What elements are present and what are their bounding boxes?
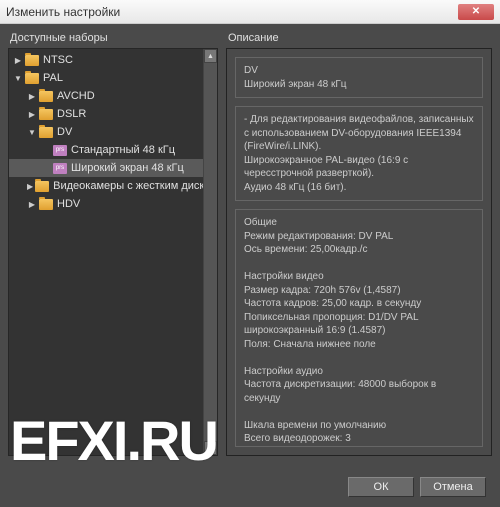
scroll-up-icon[interactable]: ▲ [204, 49, 217, 63]
dialog-content: Доступные наборы ▶ NTSC ▼ PAL ▶ AVCHD [0, 24, 500, 464]
tree-label: HDV [57, 198, 80, 210]
dialog-footer: ОК Отмена [348, 477, 486, 497]
chevron-right-icon: ▶ [27, 199, 37, 209]
tree-folder-dv[interactable]: ▼ DV [9, 123, 203, 141]
folder-icon [35, 181, 49, 192]
tree-folder-pal[interactable]: ▼ PAL [9, 69, 203, 87]
tree-label: Широкий экран 48 кГц [71, 162, 184, 174]
tree-scrollbar[interactable]: ▲ ▼ [203, 49, 217, 455]
chevron-right-icon: ▶ [27, 181, 33, 191]
tree-label: DV [57, 126, 72, 138]
folder-icon [39, 127, 53, 138]
spacer [41, 163, 51, 173]
spacer [41, 145, 51, 155]
chevron-down-icon: ▼ [13, 73, 23, 83]
folder-icon [39, 199, 53, 210]
presets-tree-wrap: ▶ NTSC ▼ PAL ▶ AVCHD ▶ DSLR [8, 48, 218, 456]
folder-icon [39, 91, 53, 102]
folder-icon [39, 109, 53, 120]
tree-folder-hdv[interactable]: ▶ HDV [9, 195, 203, 213]
tree-label: PAL [43, 72, 63, 84]
tree-preset-std48[interactable]: prs Стандартный 48 кГц [9, 141, 203, 159]
tree-label: DSLR [57, 108, 86, 120]
preset-icon: prs [53, 145, 67, 156]
titlebar: Изменить настройки ✕ [0, 0, 500, 24]
chevron-down-icon: ▼ [27, 127, 37, 137]
summary-line: DV [244, 64, 474, 78]
tree-preset-wide48[interactable]: prs Широкий экран 48 кГц [9, 159, 203, 177]
tree-folder-dslr[interactable]: ▶ DSLR [9, 105, 203, 123]
presets-header: Доступные наборы [8, 32, 218, 44]
tree-folder-hddcam[interactable]: ▶ Видеокамеры с жестким диском и… [9, 177, 203, 195]
tree-folder-ntsc[interactable]: ▶ NTSC [9, 51, 203, 69]
scroll-down-icon[interactable]: ▼ [204, 441, 217, 455]
description-body: DV Широкий экран 48 кГц - Для редактиров… [226, 48, 492, 456]
window-title: Изменить настройки [6, 5, 458, 19]
description-purpose: - Для редактирования видеофайлов, записа… [235, 106, 483, 201]
tree-folder-avchd[interactable]: ▶ AVCHD [9, 87, 203, 105]
chevron-right-icon: ▶ [27, 91, 37, 101]
presets-panel: Доступные наборы ▶ NTSC ▼ PAL ▶ AVCHD [8, 32, 218, 456]
chevron-right-icon: ▶ [13, 55, 23, 65]
ok-button[interactable]: ОК [348, 477, 414, 497]
tree-label: AVCHD [57, 90, 95, 102]
presets-tree[interactable]: ▶ NTSC ▼ PAL ▶ AVCHD ▶ DSLR [9, 49, 203, 455]
close-button[interactable]: ✕ [458, 4, 494, 20]
folder-icon [25, 73, 39, 84]
description-header: Описание [226, 32, 492, 44]
description-panel: Описание DV Широкий экран 48 кГц - Для р… [226, 32, 492, 456]
tree-label: NTSC [43, 54, 73, 66]
description-details: Общие Режим редактирования: DV PAL Ось в… [235, 209, 483, 447]
description-summary: DV Широкий экран 48 кГц [235, 57, 483, 98]
chevron-right-icon: ▶ [27, 109, 37, 119]
preset-icon: prs [53, 163, 67, 174]
tree-label: Стандартный 48 кГц [71, 144, 175, 156]
summary-line: Широкий экран 48 кГц [244, 78, 474, 92]
cancel-button[interactable]: Отмена [420, 477, 486, 497]
tree-label: Видеокамеры с жестким диском и… [53, 180, 203, 192]
scroll-track[interactable] [204, 63, 217, 441]
close-icon: ✕ [472, 6, 480, 17]
folder-icon [25, 55, 39, 66]
